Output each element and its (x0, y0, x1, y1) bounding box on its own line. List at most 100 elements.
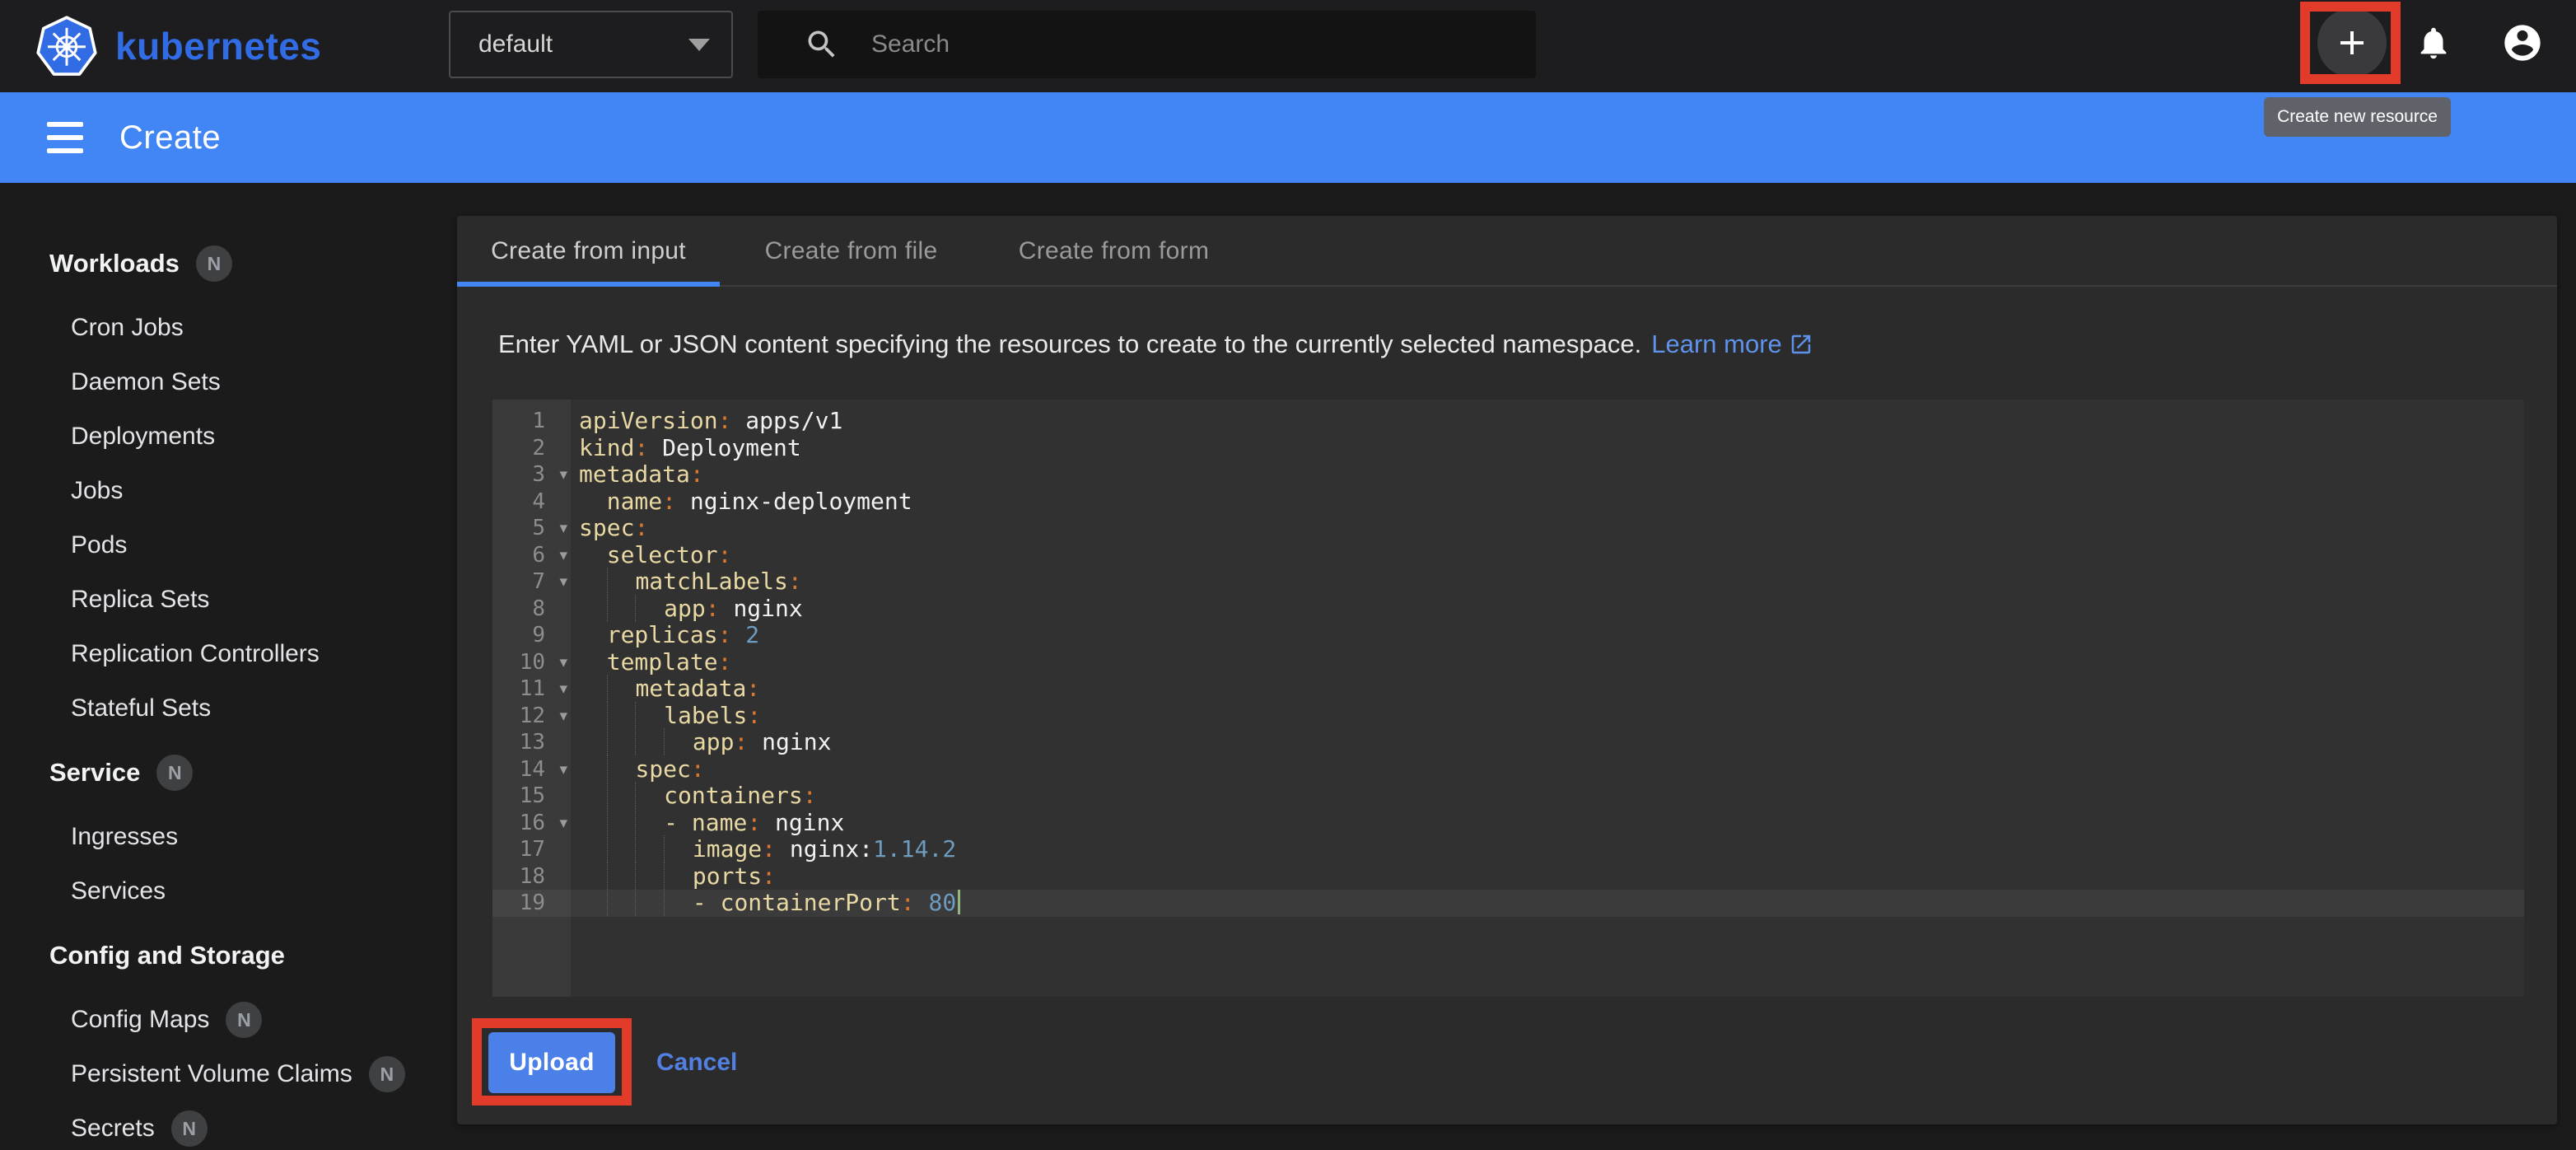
code-text: labels: (571, 703, 2524, 730)
brand[interactable]: kubernetes (36, 0, 321, 92)
sidebar-item-deployments[interactable]: Deployments (0, 409, 457, 464)
item-label: Ingresses (71, 823, 178, 851)
editor-line: 6▾ selector: (492, 542, 2524, 569)
code-text: metadata: (571, 461, 2524, 489)
line-number: 10▾ (492, 649, 571, 676)
yaml-editor[interactable]: 1apiVersion: apps/v12kind: Deployment3▾m… (492, 400, 2524, 997)
text-cursor (958, 890, 960, 914)
top-bar: kubernetes default (0, 0, 2576, 92)
line-number: 15 (492, 783, 571, 810)
code-text: template: (571, 649, 2524, 676)
sidebar-item-jobs[interactable]: Jobs (0, 464, 457, 518)
item-label: Services (71, 877, 166, 905)
sidebar-item-replication-controllers[interactable]: Replication Controllers (0, 627, 457, 681)
fold-caret-icon[interactable]: ▾ (559, 756, 567, 783)
fold-caret-icon[interactable]: ▾ (559, 568, 567, 596)
editor-line: 1apiVersion: apps/v1 (492, 408, 2524, 435)
namespaced-badge: N (156, 755, 193, 791)
fold-caret-icon[interactable]: ▾ (559, 649, 567, 676)
sidebar-item-pods[interactable]: Pods (0, 518, 457, 573)
line-number: 18 (492, 863, 571, 891)
editor-line: 12▾ labels: (492, 703, 2524, 730)
sidebar-section-workloads[interactable]: WorkloadsN (0, 236, 457, 291)
search-bar[interactable] (758, 11, 1536, 78)
item-label: Jobs (71, 477, 123, 505)
sidebar-section-service[interactable]: ServiceN (0, 746, 457, 800)
item-label: Persistent Volume Claims (71, 1060, 352, 1088)
sidebar-item-secrets[interactable]: SecretsN (0, 1101, 457, 1150)
fold-caret-icon[interactable]: ▾ (559, 542, 567, 569)
line-number: 5▾ (492, 515, 571, 542)
create-new-resource-button[interactable] (2317, 8, 2387, 77)
fold-caret-icon[interactable]: ▾ (559, 515, 567, 542)
sidebar-item-stateful-sets[interactable]: Stateful Sets (0, 681, 457, 736)
code-text: name: nginx-deployment (571, 489, 2524, 516)
item-label: Config Maps (71, 1006, 209, 1034)
editor-line: 3▾metadata: (492, 461, 2524, 489)
line-number: 3▾ (492, 461, 571, 489)
editor-line: 19 - containerPort: 80 (492, 890, 2524, 917)
fold-caret-icon[interactable]: ▾ (559, 810, 567, 837)
code-text: metadata: (571, 676, 2524, 703)
line-number: 13 (492, 729, 571, 756)
sidebar-item-daemon-sets[interactable]: Daemon Sets (0, 355, 457, 409)
kubernetes-logo-icon (36, 16, 97, 77)
learn-more-link[interactable]: Learn more (1651, 330, 1813, 359)
notifications-button[interactable] (2415, 24, 2452, 62)
section-label: Config and Storage (49, 941, 285, 970)
sidebar-item-services[interactable]: Services (0, 864, 457, 919)
code-text: spec: (571, 515, 2524, 542)
editor-line: 8 app: nginx (492, 596, 2524, 623)
tab-row: Create from input Create from file Creat… (457, 216, 2557, 287)
code-text: - containerPort: 80 (571, 890, 2524, 917)
instruction-text: Enter YAML or JSON content specifying th… (498, 330, 1813, 359)
code-text: apiVersion: apps/v1 (571, 408, 2524, 435)
tab-create-from-input[interactable]: Create from input (457, 216, 720, 287)
editor-line: 10▾ template: (492, 649, 2524, 676)
editor-line: 18 ports: (492, 863, 2524, 891)
item-label: Deployments (71, 423, 215, 451)
code-text: replicas: 2 (571, 622, 2524, 649)
account-button[interactable] (2501, 21, 2544, 64)
sidebar-item-ingresses[interactable]: Ingresses (0, 810, 457, 864)
search-input[interactable] (871, 30, 1497, 58)
editor-line: 15 containers: (492, 783, 2524, 810)
line-number: 6▾ (492, 542, 571, 569)
code-text: app: nginx (571, 596, 2524, 623)
sidebar-item-persistent-volume-claims[interactable]: Persistent Volume ClaimsN (0, 1047, 457, 1101)
line-number: 8 (492, 596, 571, 623)
app-bar: Create (0, 92, 2576, 183)
item-label: Stateful Sets (71, 694, 211, 722)
code-text: spec: (571, 756, 2524, 783)
line-number: 16▾ (492, 810, 571, 837)
fold-caret-icon[interactable]: ▾ (559, 461, 567, 489)
namespaced-badge: N (226, 1002, 262, 1038)
upload-button[interactable]: Upload (488, 1032, 615, 1093)
bell-icon (2415, 24, 2452, 62)
code-text: kind: Deployment (571, 435, 2524, 462)
line-number: 1 (492, 408, 571, 435)
page-title: Create (119, 92, 221, 183)
sidebar-item-cron-jobs[interactable]: Cron Jobs (0, 301, 457, 355)
form-actions: Upload Cancel (488, 1032, 737, 1093)
sidebar-section-config-and-storage[interactable]: Config and Storage (0, 928, 457, 983)
line-number: 2 (492, 435, 571, 462)
plus-icon (2332, 23, 2372, 63)
sidebar-item-replica-sets[interactable]: Replica Sets (0, 573, 457, 627)
namespace-selector[interactable]: default (449, 11, 733, 78)
fold-caret-icon[interactable]: ▾ (559, 703, 567, 730)
item-label: Replication Controllers (71, 640, 320, 668)
search-icon (804, 26, 840, 63)
editor-line: 9 replicas: 2 (492, 622, 2524, 649)
line-number: 14▾ (492, 756, 571, 783)
item-label: Daemon Sets (71, 368, 221, 396)
sidebar-item-config-maps[interactable]: Config Maps N (0, 993, 457, 1047)
tab-create-from-file[interactable]: Create from file (720, 216, 982, 287)
section-label: Workloads (49, 249, 180, 278)
tab-create-from-form[interactable]: Create from form (982, 216, 1245, 287)
fold-caret-icon[interactable]: ▾ (559, 676, 567, 703)
tooltip-create-new-resource: Create new resource (2264, 97, 2451, 137)
item-label: Cron Jobs (71, 314, 184, 342)
cancel-button[interactable]: Cancel (656, 1049, 737, 1077)
menu-button[interactable] (47, 119, 83, 156)
